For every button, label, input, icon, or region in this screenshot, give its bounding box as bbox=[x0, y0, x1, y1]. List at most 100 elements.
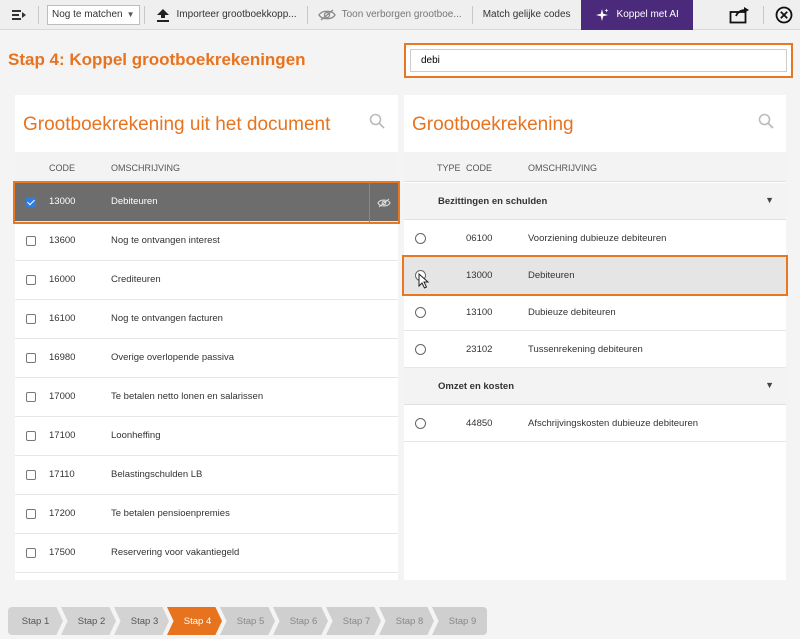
search-input[interactable] bbox=[410, 49, 787, 72]
row-description: Te betalen netto lonen en salarissen bbox=[111, 391, 264, 402]
table-row[interactable]: 23102 Tussenrekening debiteuren bbox=[404, 331, 786, 368]
row-description: Loonheffing bbox=[111, 430, 161, 441]
step-7[interactable]: Stap 7 bbox=[326, 607, 381, 635]
column-header-description: OMSCHRIJVING bbox=[111, 163, 181, 173]
column-header-description: OMSCHRIJVING bbox=[528, 163, 598, 173]
filter-select[interactable]: Nog te matchen ▼ bbox=[47, 4, 140, 25]
sparkle-icon bbox=[595, 8, 609, 21]
share-icon[interactable] bbox=[721, 0, 759, 30]
collapse-menu-icon[interactable] bbox=[4, 0, 34, 30]
row-code: 13600 bbox=[49, 235, 76, 246]
table-row[interactable]: 16000 Crediteuren bbox=[15, 261, 398, 300]
row-checkbox[interactable] bbox=[26, 236, 36, 246]
document-accounts-panel: Grootboekrekening uit het document CODE … bbox=[13, 95, 400, 580]
row-radio[interactable] bbox=[415, 233, 426, 244]
row-description: Nog te ontvangen facturen bbox=[111, 313, 223, 324]
row-checkbox[interactable] bbox=[26, 470, 36, 480]
row-description: Tussenrekening debiteuren bbox=[528, 344, 643, 355]
row-code: 17110 bbox=[49, 469, 75, 480]
close-icon[interactable] bbox=[768, 0, 800, 30]
row-description: Dubieuze debiteuren bbox=[528, 307, 616, 318]
row-code: 16980 bbox=[49, 352, 76, 363]
row-checkbox[interactable] bbox=[26, 548, 36, 558]
group-label: Bezittingen en schulden bbox=[438, 196, 548, 207]
column-header-code: CODE bbox=[49, 163, 76, 173]
selection-highlight bbox=[13, 181, 400, 224]
column-header-type: TYPE bbox=[437, 163, 461, 173]
table-row[interactable]: 17110 Belastingschulden LB bbox=[15, 456, 398, 495]
table-header: CODE OMSCHRIJVING bbox=[15, 152, 398, 182]
ai-link-label: Koppel met AI bbox=[616, 9, 679, 20]
step-8[interactable]: Stap 8 bbox=[379, 607, 434, 635]
mouse-cursor-icon bbox=[418, 272, 430, 289]
ai-link-button[interactable]: Koppel met AI bbox=[580, 0, 693, 30]
row-code: 16100 bbox=[49, 313, 76, 324]
table-row[interactable]: 17200 Te betalen pensioenpremies bbox=[15, 495, 398, 534]
row-checkbox[interactable] bbox=[26, 392, 36, 402]
row-description: Reservering voor vakantiegeld bbox=[111, 547, 240, 558]
step-6[interactable]: Stap 6 bbox=[273, 607, 328, 635]
import-button[interactable]: Importeer grootboekkopp... bbox=[149, 0, 303, 30]
show-hidden-button-label: Toon verborgen grootboe... bbox=[341, 9, 462, 20]
toolbar-divider bbox=[143, 5, 145, 24]
table-row[interactable]: 16100 Nog te ontvangen facturen bbox=[15, 300, 398, 339]
row-checkbox[interactable] bbox=[26, 509, 36, 519]
step-2[interactable]: Stap 2 bbox=[61, 607, 116, 635]
row-code: 17500 bbox=[49, 547, 76, 558]
filter-select-value: Nog te matchen bbox=[52, 9, 123, 20]
group-label: Omzet en kosten bbox=[438, 381, 515, 392]
row-description: Crediteuren bbox=[111, 274, 161, 285]
table-header: TYPE CODE OMSCHRIJVING bbox=[404, 152, 786, 182]
match-codes-label: Match gelijke codes bbox=[482, 9, 571, 20]
ledger-accounts-panel: Grootboekrekening TYPE CODE OMSCHRIJVING… bbox=[402, 95, 788, 580]
hover-highlight bbox=[402, 255, 788, 296]
toolbar-divider bbox=[38, 5, 39, 24]
search-box bbox=[404, 43, 793, 78]
row-radio[interactable] bbox=[415, 344, 426, 355]
row-radio[interactable] bbox=[415, 307, 426, 318]
row-code: 23102 bbox=[466, 344, 493, 355]
search-icon[interactable] bbox=[758, 113, 774, 129]
row-checkbox[interactable] bbox=[26, 431, 36, 441]
match-codes-button[interactable]: Match gelijke codes bbox=[477, 0, 577, 30]
toolbar-divider bbox=[306, 5, 308, 24]
row-description: Voorziening dubieuze debiteuren bbox=[528, 233, 667, 244]
search-icon[interactable] bbox=[369, 113, 385, 129]
table-row[interactable]: 06100 Voorziening dubieuze debiteuren bbox=[404, 220, 786, 257]
row-code: 13100 bbox=[466, 307, 493, 318]
table-row[interactable]: 17100 Loonheffing bbox=[15, 417, 398, 456]
row-checkbox[interactable] bbox=[26, 314, 36, 324]
table-row[interactable]: 17000 Te betalen netto lonen en salarisse… bbox=[15, 378, 398, 417]
row-code: 17100 bbox=[49, 430, 76, 441]
table-row[interactable]: 16980 Overige overlopende passiva bbox=[15, 339, 398, 378]
row-code: 06100 bbox=[466, 233, 493, 244]
row-checkbox[interactable] bbox=[26, 275, 36, 285]
group-header[interactable]: Bezittingen en schulden ▼ bbox=[404, 183, 786, 220]
table-row[interactable]: 13600 Nog te ontvangen interest bbox=[15, 222, 398, 261]
group-header[interactable]: Omzet en kosten ▼ bbox=[404, 368, 786, 405]
table-row[interactable]: 44850 Afschrijvingskosten dubieuze debite… bbox=[404, 405, 786, 442]
caret-down-icon[interactable]: ▼ bbox=[765, 380, 774, 390]
toolbar-divider bbox=[471, 5, 473, 24]
step-4[interactable]: Stap 4 bbox=[167, 607, 222, 635]
show-hidden-button[interactable]: Toon verborgen grootboe... bbox=[312, 0, 468, 30]
step-9[interactable]: Stap 9 bbox=[432, 607, 487, 635]
table-row[interactable]: 17500 Reservering voor vakantiegeld bbox=[15, 534, 398, 573]
row-radio[interactable] bbox=[415, 418, 426, 429]
step-5[interactable]: Stap 5 bbox=[220, 607, 275, 635]
row-code: 44850 bbox=[466, 418, 493, 429]
row-description: Overige overlopende passiva bbox=[111, 352, 235, 363]
step-3[interactable]: Stap 3 bbox=[114, 607, 169, 635]
table-row[interactable]: 13100 Dubieuze debiteuren bbox=[404, 294, 786, 331]
page-title: Stap 4: Koppel grootboekrekeningen bbox=[8, 50, 306, 69]
toolbar: Nog te matchen ▼ Importeer grootboekkopp… bbox=[0, 0, 800, 30]
step-1[interactable]: Stap 1 bbox=[8, 607, 63, 635]
eye-hidden-icon bbox=[317, 9, 336, 20]
row-checkbox[interactable] bbox=[26, 353, 36, 363]
document-accounts-title: Grootboekrekening uit het document bbox=[23, 114, 331, 135]
row-code: 17000 bbox=[49, 391, 76, 402]
column-header-code: CODE bbox=[466, 163, 493, 173]
row-description: Nog te ontvangen interest bbox=[111, 235, 220, 246]
row-code: 16000 bbox=[49, 274, 76, 285]
caret-down-icon[interactable]: ▼ bbox=[765, 195, 774, 205]
